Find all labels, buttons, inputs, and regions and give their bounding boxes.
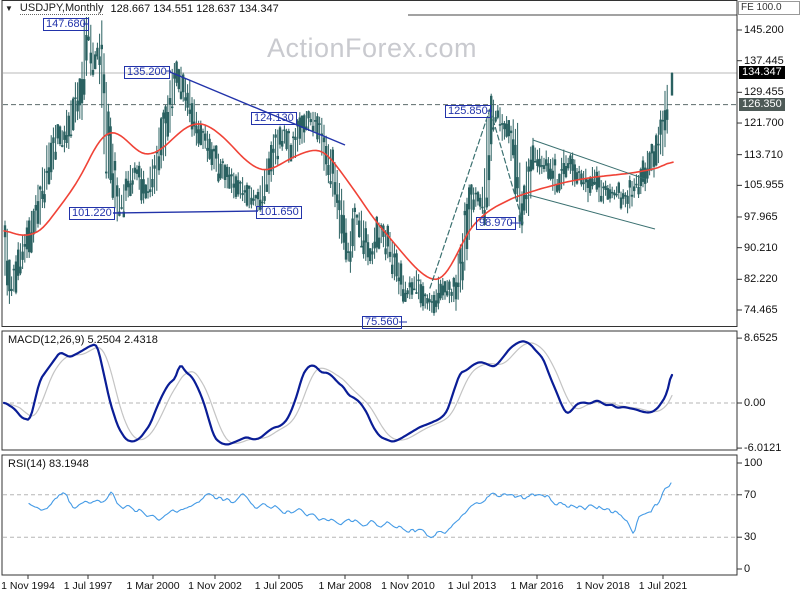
price-annotation-label: 98.970 <box>476 217 516 230</box>
quote-header: ▼ USDJPY,Monthly 128.667 134.551 128.637… <box>5 2 279 15</box>
price-axis-label: 105.955 <box>744 179 784 191</box>
time-axis-label: 1 Nov 1994 <box>1 580 55 592</box>
macd-axis-label: 8.6525 <box>744 332 778 344</box>
price-annotation-label: 75.560 <box>362 316 402 329</box>
macd-indicator-title: MACD(12,26,9) 5.2504 2.4318 <box>8 334 158 346</box>
price-axis-label: 145.200 <box>744 24 784 36</box>
chart-window: ▼ USDJPY,Monthly 128.667 134.551 128.637… <box>0 0 800 600</box>
time-axis-label: 1 Jul 2013 <box>447 580 497 592</box>
time-axis-label: 1 Mar 2000 <box>126 580 180 592</box>
time-axis-label: 1 Jul 1997 <box>63 580 113 592</box>
macd-signal-line <box>3 342 673 444</box>
price-axis-label: 113.710 <box>744 149 783 161</box>
time-axis-label: 1 Nov 2010 <box>381 580 435 592</box>
macd-panel-border <box>1 330 738 451</box>
time-axis-label: 1 Nov 2002 <box>188 580 242 592</box>
macd-main-line <box>2 340 674 446</box>
macd-axis-label: 0.00 <box>744 397 766 409</box>
price-axis-label: 121.700 <box>744 117 784 129</box>
time-axis-label: 1 Jul 2021 <box>638 580 688 592</box>
ohlc-values: 128.667 134.551 128.637 134.347 <box>110 2 279 15</box>
price-axis-label: 74.465 <box>744 304 778 316</box>
price-annotation-label: 135.200 <box>124 66 170 79</box>
price-annotation-label: 124.130 <box>251 112 297 125</box>
price-axis-label: 90.210 <box>744 242 778 254</box>
price-annotation-label: 125.850 <box>445 105 491 118</box>
rsi-indicator-title: RSI(14) 83.1948 <box>8 458 89 470</box>
time-axis-label: 1 Nov 2018 <box>576 580 630 592</box>
symbol-title: USDJPY,Monthly <box>19 2 104 15</box>
rsi-axis-label: 100 <box>744 457 763 469</box>
time-axis-label: 1 Jul 2005 <box>254 580 304 592</box>
price-chart-canvas[interactable] <box>0 0 800 600</box>
annotation-line <box>528 194 656 230</box>
rsi-axis-label: 70 <box>744 489 757 501</box>
rsi-axis-label: 0 <box>744 563 751 575</box>
rsi-axis-label: 30 <box>744 531 757 543</box>
rsi-panel-border <box>1 454 738 576</box>
price-annotation-label: 101.220 <box>69 207 115 220</box>
current-price-tag: 134.347 <box>739 66 785 79</box>
macd-axis-label: -6.0121 <box>744 442 782 454</box>
price-axis-label: 129.455 <box>744 86 784 98</box>
time-axis-label: 1 Mar 2008 <box>318 580 372 592</box>
price-axis-label: 97.965 <box>744 211 778 223</box>
watermark: ActionForex.com <box>266 33 478 63</box>
price-annotation-label: 147.680 <box>43 18 89 31</box>
price-annotation-label: 101.650 <box>256 206 302 219</box>
time-axis-label: 1 Mar 2016 <box>510 580 564 592</box>
annotation-line <box>112 210 259 214</box>
rsi-line <box>28 482 672 539</box>
fib-extension-label: FE 100.0 <box>738 1 800 15</box>
dropdown-triangle-icon: ▼ <box>5 4 13 13</box>
price-axis-label: 82.220 <box>744 273 778 285</box>
price-level-tag: 126.350 <box>739 98 785 111</box>
